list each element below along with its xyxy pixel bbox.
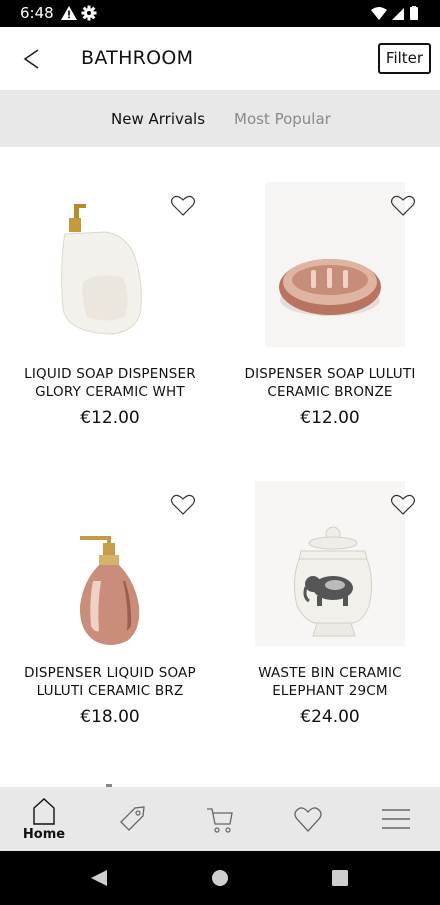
product-card[interactable]: DISPENSER LIQUID SOAP LULUTI CERAMIC BRZ… <box>0 451 220 750</box>
nav-offers[interactable] <box>88 787 176 851</box>
system-home-icon[interactable] <box>212 870 228 886</box>
product-name: DISPENSER LIQUID SOAP LULUTI CERAMIC BRZ <box>24 665 196 699</box>
status-notification-icons <box>60 5 100 26</box>
product-price: €12.00 <box>80 408 140 428</box>
system-back-icon[interactable] <box>91 870 107 886</box>
battery-icon <box>410 7 418 20</box>
alert-icon <box>61 5 97 21</box>
back-button[interactable] <box>18 44 48 74</box>
cart-icon <box>207 808 233 833</box>
nav-home[interactable]: Home <box>0 787 88 851</box>
product-price: €18.00 <box>80 707 140 727</box>
nav-favorites[interactable] <box>264 787 352 851</box>
product-price: €12.00 <box>300 408 360 428</box>
favorite-heart-icon[interactable] <box>390 493 416 517</box>
tab-new-arrivals[interactable]: New Arrivals <box>111 110 205 128</box>
product-name: WASTE BIN CERAMIC ELEPHANT 29CM <box>258 665 402 699</box>
product-name: DISPENSER SOAP LULUTI CERAMIC BRONZE <box>244 366 416 400</box>
bottom-navigation: Home <box>0 787 440 851</box>
nav-cart[interactable] <box>176 787 264 851</box>
product-card[interactable]: DISPENSER SOAP LULUTI CERAMIC BRONZE €12… <box>220 152 440 451</box>
product-card[interactable]: WASTE BIN CERAMIC ELEPHANT 29CM €24.00 <box>220 451 440 750</box>
menu-icon <box>382 809 410 829</box>
status-system-icons <box>370 6 420 25</box>
app-header: BATHROOM Filter <box>0 27 440 90</box>
product-image <box>255 481 405 646</box>
product-image <box>255 182 405 347</box>
nav-menu[interactable] <box>352 787 440 851</box>
favorite-heart-icon[interactable] <box>170 194 196 218</box>
status-bar: 6:48 <box>0 0 440 27</box>
wifi-icon <box>371 7 387 20</box>
product-name: LIQUID SOAP DISPENSER GLORY CERAMIC WHT <box>24 366 196 400</box>
system-recents-icon[interactable] <box>332 870 348 886</box>
system-navigation-bar <box>0 851 440 905</box>
product-price: €24.00 <box>300 707 360 727</box>
product-card[interactable]: LIQUID SOAP DISPENSER GLORY CERAMIC WHT … <box>0 152 220 451</box>
tag-icon <box>120 806 145 831</box>
home-icon <box>33 798 55 825</box>
product-image <box>35 182 185 347</box>
status-time: 6:48 <box>20 4 54 22</box>
favorite-heart-icon[interactable] <box>390 194 416 218</box>
nav-home-label: Home <box>22 827 66 842</box>
signal-icon <box>392 8 404 20</box>
favorite-heart-icon[interactable] <box>170 493 196 517</box>
heart-icon <box>294 807 322 832</box>
product-image <box>35 481 185 646</box>
filter-button[interactable]: Filter <box>378 43 431 74</box>
back-arrow-icon <box>23 49 39 69</box>
page-title: BATHROOM <box>81 47 194 69</box>
tab-most-popular[interactable]: Most Popular <box>234 110 331 128</box>
category-tabs: New Arrivals Most Popular <box>0 90 440 147</box>
